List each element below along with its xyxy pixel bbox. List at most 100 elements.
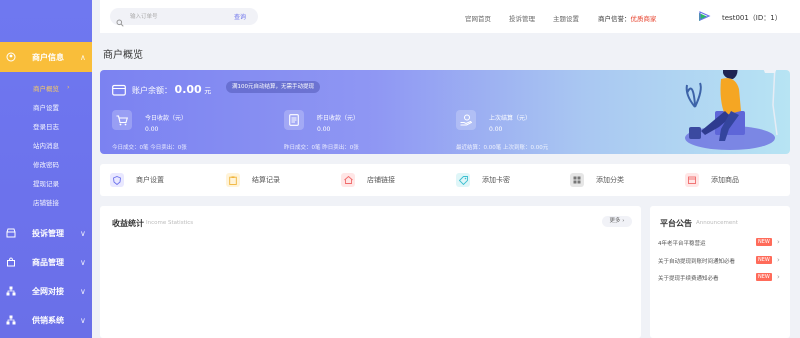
cart-icon xyxy=(112,110,132,130)
sidebar-item-settings[interactable]: 商户设置 xyxy=(33,102,59,112)
quick-store-link[interactable]: 店铺链接 xyxy=(341,172,395,188)
sidebar-item-label: 商户设置 xyxy=(33,104,59,112)
announcement-subtitle: Announcement xyxy=(696,220,738,226)
document-icon xyxy=(284,110,304,130)
user-menu[interactable]: test001（ID：1） xyxy=(722,13,782,23)
sidebar-group-label: 商品管理 xyxy=(32,257,64,267)
user-icon xyxy=(6,52,16,62)
revenue-title: 收益统计 xyxy=(112,219,144,228)
sidebar-item-password[interactable]: 修改密码 xyxy=(33,159,59,169)
link-complaints[interactable]: 投诉管理 xyxy=(509,13,535,23)
sidebar: 商户信息 ∧ 商户概览 › 商户设置 登录日志 站内消息 修改密码 提现记录 店… xyxy=(0,0,92,338)
username: test001（ID：1） xyxy=(722,14,782,22)
chevron-right-icon: › xyxy=(777,256,780,264)
sidebar-group-label: 投诉管理 xyxy=(32,228,64,238)
chevron-right-icon: › xyxy=(777,238,780,246)
search-input[interactable]: 输入订单号 xyxy=(130,12,158,20)
sidebar-item-label: 提现记录 xyxy=(33,180,59,188)
chevron-down-icon: ∨ xyxy=(80,228,86,238)
chevron-up-icon: ∧ xyxy=(80,52,86,62)
quick-action-label: 结算记录 xyxy=(252,176,280,184)
merchant-credit: 商户信誉：优质商家 xyxy=(598,13,657,23)
quick-actions: 商户设置 结算记录 店铺链接 添加卡密 添加分类 添加商品 xyxy=(100,164,790,196)
last-settle-label: 上次结算（元） xyxy=(489,115,532,122)
sidebar-group-distribution[interactable]: 供销系统 ∨ xyxy=(0,305,92,335)
grid-icon xyxy=(570,173,584,187)
announcement-item[interactable]: 关于自动提现到账时间通知必看 NEW › xyxy=(658,256,786,266)
balance-unit: 元 xyxy=(204,87,212,95)
clipboard-icon xyxy=(226,173,240,187)
credit-label: 商户信誉： xyxy=(598,15,631,23)
balance: 账户余额： 0.00 元 xyxy=(132,83,211,96)
announcement-panel: 平台公告 Announcement 4年老平台平稳营运 NEW › 关于自动提现… xyxy=(650,206,790,338)
money-hand-icon xyxy=(456,110,476,130)
last-settle-foot: 最近结算：0.00笔 上次到账：0.00元 xyxy=(456,145,549,151)
sidebar-item-login-log[interactable]: 登录日志 xyxy=(33,121,59,131)
avatar[interactable] xyxy=(696,9,712,25)
new-badge: NEW xyxy=(756,256,772,264)
sidebar-item-label: 登录日志 xyxy=(33,123,59,131)
new-badge: NEW xyxy=(756,273,772,281)
announcement-text: 关于提现手续费通知必看 xyxy=(658,276,719,282)
search-button[interactable]: 查询 xyxy=(234,12,246,21)
sidebar-item-overview[interactable]: 商户概览 › xyxy=(33,83,70,93)
active-arrow-icon: › xyxy=(67,83,70,91)
sidebar-group-products[interactable]: 商品管理 ∨ xyxy=(0,247,92,277)
announcement-item[interactable]: 关于提现手续费通知必看 NEW › xyxy=(658,273,786,283)
more-button[interactable]: 更多 › xyxy=(602,216,632,227)
sidebar-group-merchant-info[interactable]: 商户信息 ∧ xyxy=(0,42,92,72)
quick-action-label: 商户设置 xyxy=(136,176,164,184)
balance-hero: 账户余额： 0.00 元 满100元自动结算，无需手动提现 今日收款（元） 0.… xyxy=(100,70,790,154)
sidebar-item-label: 商户概览 xyxy=(33,85,59,93)
yesterday-income-value: 0.00 xyxy=(317,126,331,133)
quick-add-category[interactable]: 添加分类 xyxy=(570,172,624,188)
today-income-value: 0.00 xyxy=(145,126,159,133)
sidebar-item-label: 站内消息 xyxy=(33,142,59,150)
quick-merchant-settings[interactable]: 商户设置 xyxy=(110,172,164,188)
top-bar: 输入订单号 查询 官网首页 投诉管理 主题设置 商户信誉：优质商家 test00… xyxy=(100,0,800,33)
quick-add-product[interactable]: 添加商品 xyxy=(685,172,739,188)
sidebar-item-store-link[interactable]: 店铺链接 xyxy=(33,197,59,207)
sidebar-group-complaints[interactable]: 投诉管理 ∨ xyxy=(0,218,92,248)
chevron-down-icon: ∨ xyxy=(80,315,86,325)
sidebar-group-network[interactable]: 全网对接 ∨ xyxy=(0,276,92,306)
balance-label: 账户余额： xyxy=(132,86,172,95)
tag-icon xyxy=(456,173,470,187)
quick-action-label: 添加分类 xyxy=(596,176,624,184)
bag-icon xyxy=(6,257,16,267)
shop-icon xyxy=(6,228,16,238)
yesterday-income-label: 昨日收款（元） xyxy=(317,115,360,122)
chevron-down-icon: ∨ xyxy=(80,286,86,296)
sidebar-group-label: 全网对接 xyxy=(32,286,64,296)
today-income-label: 今日收款（元） xyxy=(145,115,188,122)
credit-value: 优质商家 xyxy=(630,15,657,23)
page-title: 商户概览 xyxy=(103,50,143,61)
balance-value: 0.00 xyxy=(174,83,202,96)
quick-action-label: 店铺链接 xyxy=(367,176,395,184)
sidebar-item-messages[interactable]: 站内消息 xyxy=(33,140,59,150)
quick-add-card[interactable]: 添加卡密 xyxy=(456,172,510,188)
house-icon xyxy=(341,173,355,187)
yesterday-income-foot: 昨日成交：0笔 昨日卖出：0张 xyxy=(284,145,359,151)
link-homepage[interactable]: 官网首页 xyxy=(465,13,491,23)
sidebar-item-label: 修改密码 xyxy=(33,161,59,169)
sidebar-item-withdraw-log[interactable]: 提现记录 xyxy=(33,178,59,188)
sidebar-group-label: 供销系统 xyxy=(32,315,64,325)
network-icon xyxy=(6,286,16,296)
announcement-item[interactable]: 4年老平台平稳营运 NEW › xyxy=(658,238,786,248)
auto-settle-tag: 满100元自动结算，无需手动提现 xyxy=(226,81,320,93)
chevron-right-icon: › xyxy=(777,273,780,281)
quick-settlement-log[interactable]: 结算记录 xyxy=(226,172,280,188)
search-icon xyxy=(116,12,124,31)
network-icon xyxy=(6,315,16,325)
announcement-title: 平台公告 xyxy=(660,219,692,228)
revenue-subtitle: Income Statistics xyxy=(146,220,194,226)
search-box: 输入订单号 查询 xyxy=(110,8,258,27)
last-settle-value: 0.00 xyxy=(489,126,503,133)
link-theme[interactable]: 主题设置 xyxy=(553,13,579,23)
quick-action-label: 添加商品 xyxy=(711,176,739,184)
shield-icon xyxy=(110,173,124,187)
chevron-down-icon: ∨ xyxy=(80,257,86,267)
calendar-icon xyxy=(685,173,699,187)
quick-action-label: 添加卡密 xyxy=(482,176,510,184)
